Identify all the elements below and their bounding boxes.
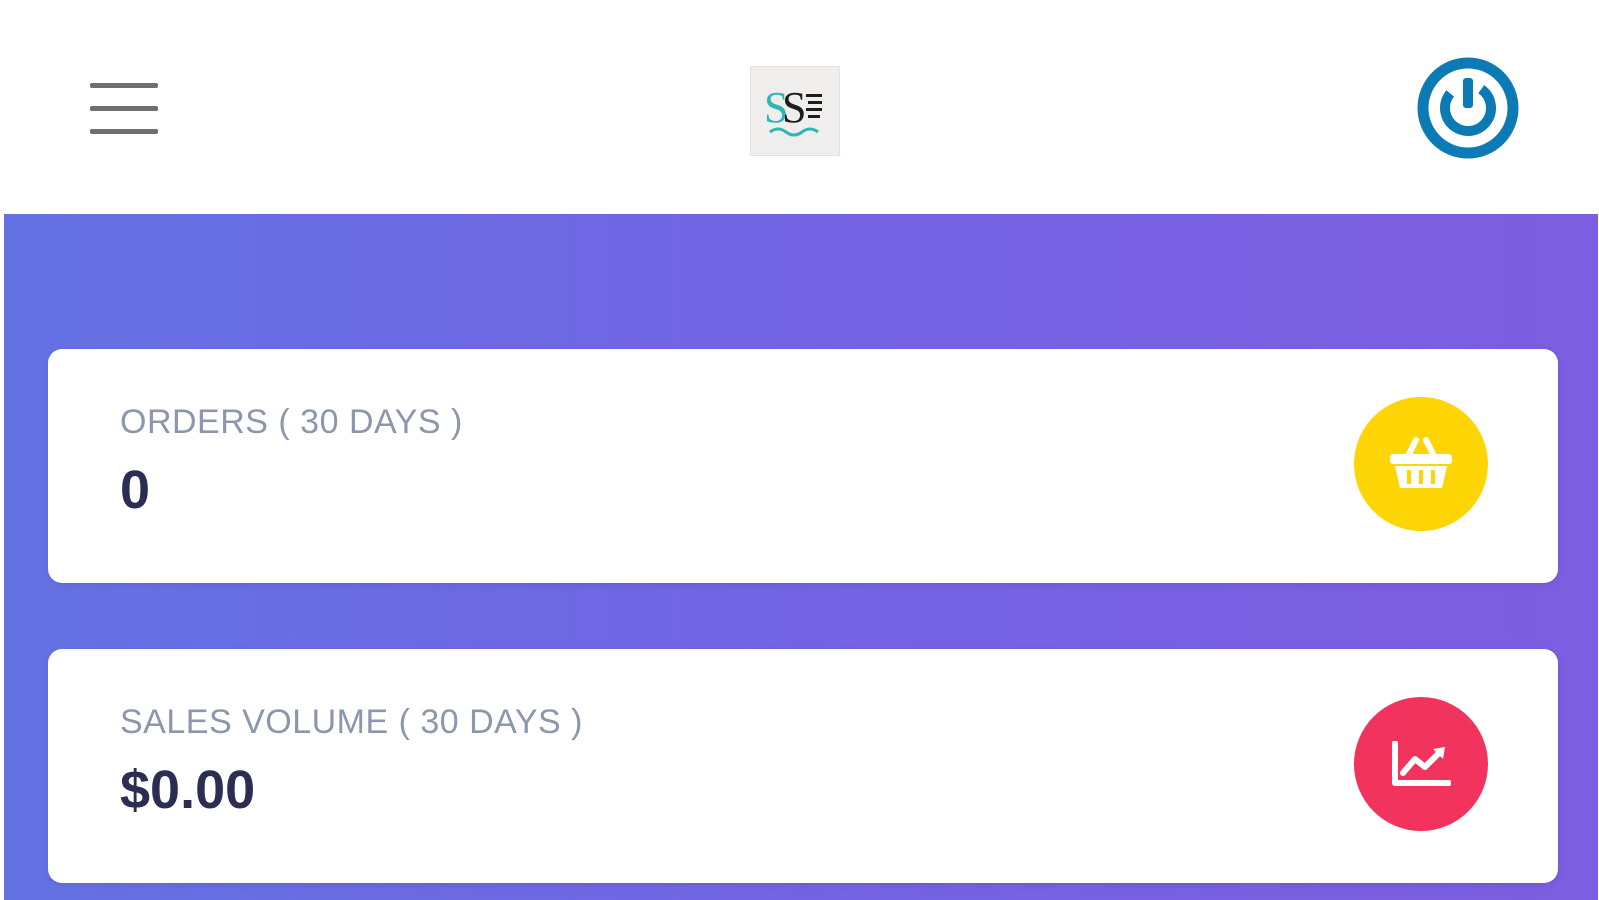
power-icon xyxy=(1417,57,1519,159)
orders-value: 0 xyxy=(120,460,151,520)
shopping-basket-icon xyxy=(1390,437,1452,488)
orders-icon-badge xyxy=(1354,397,1488,531)
sales-volume-label: SALES VOLUME ( 30 DAYS ) xyxy=(120,703,583,741)
top-navbar: S S xyxy=(0,0,1599,214)
orders-label: ORDERS ( 30 DAYS ) xyxy=(120,403,463,441)
sales-volume-stat-card: SALES VOLUME ( 30 DAYS ) $0.00 xyxy=(48,649,1558,883)
menu-bar-line xyxy=(90,82,158,88)
menu-bar-line xyxy=(90,105,158,111)
power-logout-button[interactable] xyxy=(1416,56,1520,160)
stats-panel: ORDERS ( 30 DAYS ) 0 SALES VOLUME ( 30 D… xyxy=(4,214,1598,900)
svg-text:S: S xyxy=(782,83,806,132)
sales-volume-value: $0.00 xyxy=(120,760,256,820)
orders-stat-card: ORDERS ( 30 DAYS ) 0 xyxy=(48,349,1558,583)
hamburger-menu-button[interactable] xyxy=(88,76,160,140)
menu-bar-line xyxy=(90,128,158,134)
logo-mark-icon: S S xyxy=(764,83,822,137)
line-chart-icon xyxy=(1392,741,1451,786)
sales-icon-badge xyxy=(1354,697,1488,831)
brand-logo[interactable]: S S xyxy=(750,66,840,156)
